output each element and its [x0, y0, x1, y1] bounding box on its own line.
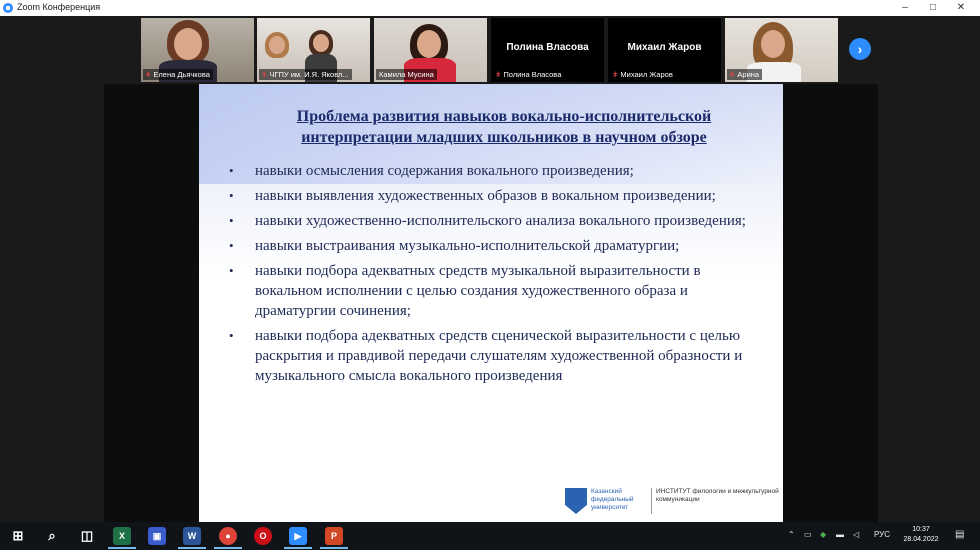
logo-institute-name: ИНСТИТУТ филологии и межкультурной комму… [656, 488, 779, 503]
search-icon[interactable]: ⌕ [43, 527, 61, 545]
close-button[interactable]: ✕ [946, 0, 976, 16]
mic-muted-icon: ǂ [730, 70, 735, 79]
participant-tile[interactable]: Полина Власова ǂ Полина Власова [491, 18, 604, 82]
shared-screen: Проблема развития навыков вокально-испол… [104, 84, 878, 522]
participant-name: ǂ ЧГПУ им. И.Я. Яковл... [259, 69, 352, 80]
battery-icon[interactable]: ▬ [836, 530, 844, 539]
mic-muted-icon: ǂ [262, 70, 267, 79]
windows-taskbar: ⊞ ⌕ ◫ X ▣ W ● O ▶ P ⌃ ▭ ◆ ▬ ◁ РУС 10:37 … [0, 522, 980, 550]
mic-muted-icon: ǂ [496, 70, 501, 79]
slide-title-line: интерпретации младших школьников в научн… [301, 129, 707, 146]
presentation-slide: Проблема развития навыков вокально-испол… [199, 84, 783, 522]
clock-date: 28.04.2022 [903, 536, 939, 543]
powerpoint-icon[interactable]: P [325, 527, 343, 545]
participant-name: ǂ Михаил Жаров [610, 69, 676, 80]
restore-button[interactable]: □ [918, 0, 948, 16]
slide-bullet-list: навыки осмысления содержания вокального … [229, 161, 769, 391]
minimize-button[interactable]: – [890, 0, 920, 16]
zoom-logo-icon [3, 3, 13, 13]
participant-name: ǂ Елена Дьячкова [143, 69, 213, 80]
slide-bullet: навыки осмысления содержания вокального … [229, 161, 769, 181]
participant-name: ǂ Арина [727, 69, 763, 80]
participant-tile[interactable]: ǂ ЧГПУ им. И.Я. Яковл... [257, 18, 370, 82]
notifications-icon[interactable]: ▤ [955, 529, 964, 540]
gallery-strip: ǂ Елена Дьячкова ǂ ЧГПУ им. И.Я. Яковл... … [0, 16, 980, 84]
slide-title-line: Проблема развития навыков вокально-испол… [296, 108, 712, 125]
kfu-shield-icon [565, 488, 587, 514]
clock-time: 10:37 [912, 526, 930, 533]
running-app-indicator [214, 547, 242, 549]
mic-muted-icon: ǂ [613, 70, 618, 79]
shield-icon[interactable]: ◆ [820, 530, 826, 539]
mic-muted-icon: ǂ [146, 70, 151, 79]
slide-bullet: навыки выявления художественных образов … [229, 186, 769, 206]
slide-bullet: навыки художественно-исполнительского ан… [229, 211, 769, 231]
participant-tile[interactable]: ǂ Арина [725, 18, 838, 82]
participant-name: Камила Мусина [376, 69, 437, 80]
word-icon[interactable]: W [183, 527, 201, 545]
participant-tile-active[interactable]: Камила Мусина [374, 18, 487, 82]
logo-university-name: Казанский федеральный университет [591, 488, 634, 511]
input-language[interactable]: РУС [874, 530, 890, 539]
running-app-indicator [108, 547, 136, 549]
windows-start-icon[interactable]: ⊞ [9, 527, 27, 545]
participant-name: ǂ Полина Власова [493, 69, 565, 80]
zoom-icon[interactable]: ▶ [289, 527, 307, 545]
chrome-icon[interactable]: ● [219, 527, 237, 545]
tray-chevron-icon[interactable]: ⌃ [788, 530, 795, 539]
title-bar: Zoom Конференция – □ ✕ [0, 0, 980, 17]
running-app-indicator [284, 547, 312, 549]
participant-tile[interactable]: ǂ Елена Дьячкова [141, 18, 254, 82]
task-view-icon[interactable]: ◫ [78, 527, 96, 545]
gallery-next-button[interactable]: › [849, 38, 871, 60]
slide-bullet: навыки выстраивания музыкально-исполните… [229, 236, 769, 256]
excel-icon[interactable]: X [113, 527, 131, 545]
participant-display-name: Полина Власова [506, 42, 589, 53]
volume-icon[interactable]: ◁ [853, 530, 859, 539]
running-app-indicator [320, 547, 348, 549]
participant-display-name: Михаил Жаров [627, 42, 702, 53]
save-icon[interactable]: ▣ [148, 527, 166, 545]
logo-divider [651, 488, 652, 514]
participant-tile[interactable]: Михаил Жаров ǂ Михаил Жаров [608, 18, 721, 82]
opera-icon[interactable]: O [254, 527, 272, 545]
slide-title: Проблема развития навыков вокально-испол… [239, 106, 769, 148]
slide-bullet: навыки подбора адекватных средств музыка… [229, 261, 769, 321]
slide-bullet: навыки подбора адекватных средств сценич… [229, 326, 769, 386]
network-icon[interactable]: ▭ [804, 530, 812, 539]
university-logo: Казанский федеральный университет ИНСТИТ… [565, 486, 779, 518]
window-title: Zoom Конференция [17, 2, 101, 12]
system-clock[interactable]: 10:37 28.04.2022 [902, 525, 940, 545]
running-app-indicator [178, 547, 206, 549]
